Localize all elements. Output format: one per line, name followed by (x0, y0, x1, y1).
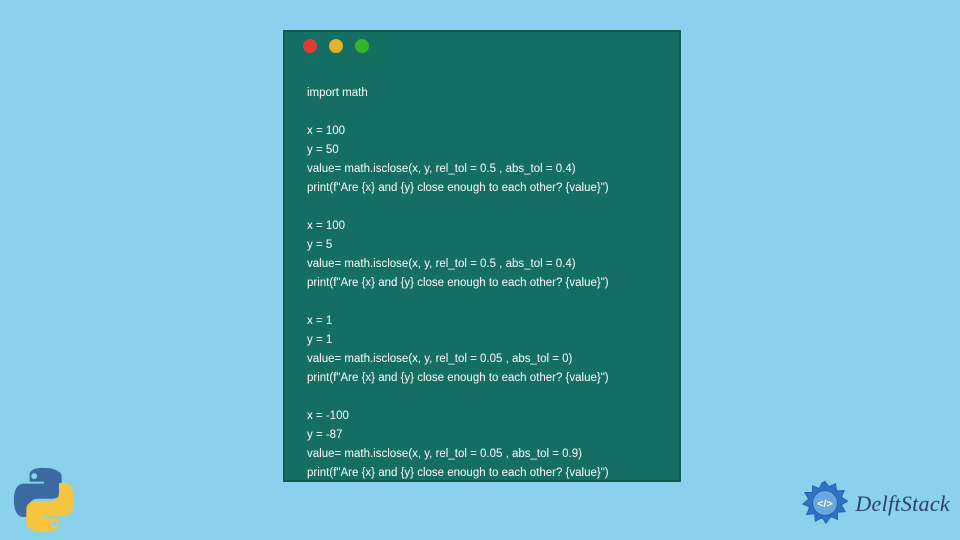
minimize-icon[interactable] (329, 39, 343, 53)
code-window: import math x = 100 y = 50 value= math.i… (283, 30, 681, 482)
delftstack-badge: </> DelftStack (801, 480, 950, 528)
delftstack-text: DelftStack (855, 491, 950, 517)
python-logo-icon (8, 464, 80, 536)
svg-text:</>: </> (818, 498, 833, 510)
maximize-icon[interactable] (355, 39, 369, 53)
close-icon[interactable] (303, 39, 317, 53)
code-content: import math x = 100 y = 50 value= math.i… (285, 72, 679, 483)
delftstack-logo-icon: </> (801, 480, 849, 528)
window-titlebar (285, 32, 679, 60)
